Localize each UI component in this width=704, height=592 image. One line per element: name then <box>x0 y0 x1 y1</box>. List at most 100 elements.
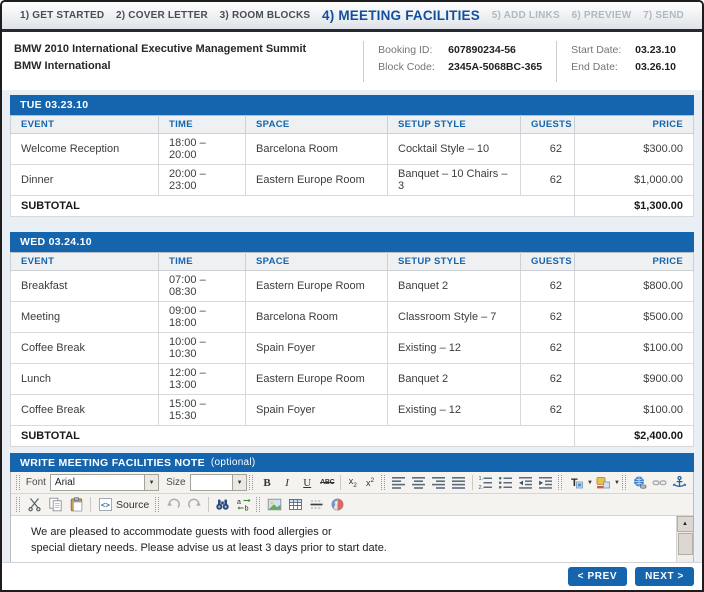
align-center-icon[interactable] <box>409 473 429 492</box>
cell-space: Spain Foyer <box>246 395 388 426</box>
paste-icon[interactable] <box>66 495 87 514</box>
end-date-value: 03.26.10 <box>635 59 676 76</box>
source-button[interactable]: <> Source <box>94 495 153 514</box>
cell-setup: Cocktail Style – 10 <box>388 134 521 165</box>
background-color-icon[interactable] <box>593 473 613 492</box>
dates-block: Start Date: 03.23.10 End Date: 03.26.10 <box>557 41 690 90</box>
toolbar-drag-handle[interactable] <box>558 475 562 490</box>
font-select[interactable]: Arial ▼ <box>50 474 159 491</box>
cell-time: 12:00 – 13:00 <box>159 364 246 395</box>
decrease-indent-icon[interactable] <box>516 473 536 492</box>
scrollbar-thumb[interactable] <box>678 533 693 555</box>
strikethrough-icon[interactable]: ABC <box>317 473 337 492</box>
nav-step-send[interactable]: 7) SEND <box>643 10 684 21</box>
table-row: Lunch 12:00 – 13:00 Eastern Europe Room … <box>11 364 694 395</box>
cell-price: $100.00 <box>575 333 694 364</box>
prev-button[interactable]: < PREV <box>568 567 627 586</box>
size-select[interactable]: ▼ <box>190 474 248 491</box>
cell-event: Meeting <box>11 302 159 333</box>
cut-icon[interactable] <box>24 495 45 514</box>
col-price: PRICE <box>575 116 694 134</box>
subtotal-value: $2,400.00 <box>575 426 694 447</box>
nav-step-cover-letter[interactable]: 2) COVER LETTER <box>116 10 208 21</box>
italic-icon[interactable]: I <box>277 473 297 492</box>
find-icon[interactable] <box>212 495 233 514</box>
align-right-icon[interactable] <box>429 473 449 492</box>
note-text-area[interactable]: We are pleased to accommodate guests wit… <box>11 516 676 562</box>
note-text-line-2: special dietary needs. Please advise us … <box>31 541 666 557</box>
day-header-bar: TUE 03.23.10 <box>10 95 694 115</box>
nav-step-preview[interactable]: 6) PREVIEW <box>572 10 632 21</box>
toolbar-drag-handle[interactable] <box>16 475 20 490</box>
remove-link-icon[interactable] <box>650 473 670 492</box>
day-section-wed: WED 03.24.10 EVENT TIME SPACE SETUP STYL… <box>10 232 694 447</box>
superscript-icon[interactable]: x2 <box>361 473 378 492</box>
redo-icon[interactable] <box>184 495 205 514</box>
toolbar-drag-handle[interactable] <box>249 475 253 490</box>
col-guests: GUESTS <box>521 116 575 134</box>
next-button[interactable]: NEXT > <box>635 567 694 586</box>
cell-price: $900.00 <box>575 364 694 395</box>
toolbar-drag-handle[interactable] <box>16 497 20 512</box>
bold-icon[interactable]: B <box>257 473 277 492</box>
insert-table-icon[interactable] <box>285 495 306 514</box>
nav-step-room-blocks[interactable]: 3) ROOM BLOCKS <box>220 10 311 21</box>
increase-indent-icon[interactable] <box>536 473 556 492</box>
toolbar-drag-handle[interactable] <box>155 497 159 512</box>
undo-icon[interactable] <box>163 495 184 514</box>
chevron-down-icon[interactable]: ▼ <box>144 475 158 490</box>
cell-guests: 62 <box>521 271 575 302</box>
scroll-up-icon[interactable]: ▲ <box>677 516 694 532</box>
bulleted-list-icon[interactable] <box>496 473 516 492</box>
table-row: Breakfast 07:00 – 08:30 Eastern Europe R… <box>11 271 694 302</box>
app-window: 1) GET STARTED 2) COVER LETTER 3) ROOM B… <box>0 0 704 592</box>
toolbar-drag-handle[interactable] <box>256 497 260 512</box>
underline-glyph: U <box>303 477 311 489</box>
subtotal-value: $1,300.00 <box>575 196 694 217</box>
col-time: TIME <box>159 116 246 134</box>
subtotal-row: SUBTOTAL $2,400.00 <box>11 426 694 447</box>
insert-link-icon[interactable] <box>630 473 650 492</box>
italic-glyph: I <box>285 477 289 489</box>
justify-icon[interactable] <box>449 473 469 492</box>
nav-step-add-links[interactable]: 5) ADD LINKS <box>492 10 560 21</box>
svg-text:<>: <> <box>101 501 110 510</box>
divider <box>90 497 91 512</box>
main-content: TUE 03.23.10 EVENT TIME SPACE SETUP STYL… <box>2 90 702 562</box>
nav-step-get-started[interactable]: 1) GET STARTED <box>20 10 104 21</box>
align-left-icon[interactable] <box>389 473 409 492</box>
toolbar-drag-handle[interactable] <box>381 475 385 490</box>
cell-setup: Existing – 12 <box>388 333 521 364</box>
table-row: Welcome Reception 18:00 – 20:00 Barcelon… <box>11 134 694 165</box>
special-character-icon[interactable] <box>327 495 348 514</box>
subscript-icon[interactable]: x2 <box>344 473 361 492</box>
company-name: BMW International <box>14 58 363 75</box>
cell-event: Breakfast <box>11 271 159 302</box>
event-title: BMW 2010 International Executive Managem… <box>14 41 363 58</box>
numbered-list-icon[interactable]: 1.2. <box>476 473 496 492</box>
day-section-tue: TUE 03.23.10 EVENT TIME SPACE SETUP STYL… <box>10 95 694 217</box>
insert-image-icon[interactable] <box>264 495 285 514</box>
editor-toolbar-row-1: Font Arial ▼ Size ▼ B I U ABC <box>11 472 693 494</box>
nav-step-meeting-facilities[interactable]: 4) MEETING FACILITIES <box>322 8 480 23</box>
replace-icon[interactable]: ab <box>233 495 254 514</box>
toolbar-drag-handle[interactable] <box>622 475 626 490</box>
chevron-down-icon[interactable]: ▼ <box>232 475 246 490</box>
underline-icon[interactable]: U <box>297 473 317 492</box>
vertical-scrollbar[interactable]: ▲ ▼ <box>676 516 693 562</box>
chevron-down-icon[interactable]: ▼ <box>614 480 620 486</box>
rich-text-editor: Font Arial ▼ Size ▼ B I U ABC <box>10 472 694 562</box>
col-setup: SETUP STYLE <box>388 253 521 271</box>
horizontal-rule-icon[interactable] <box>306 495 327 514</box>
cell-setup: Classroom Style – 7 <box>388 302 521 333</box>
block-code-label: Block Code: <box>378 59 442 76</box>
block-code-value: 2345A-5068BC-365 <box>448 59 542 76</box>
divider <box>208 497 209 512</box>
start-date-value: 03.23.10 <box>635 42 676 59</box>
copy-icon[interactable] <box>45 495 66 514</box>
anchor-icon[interactable] <box>670 473 690 492</box>
cell-time: 10:00 – 10:30 <box>159 333 246 364</box>
cell-space: Spain Foyer <box>246 333 388 364</box>
cell-event: Lunch <box>11 364 159 395</box>
text-color-icon[interactable]: T <box>566 473 586 492</box>
